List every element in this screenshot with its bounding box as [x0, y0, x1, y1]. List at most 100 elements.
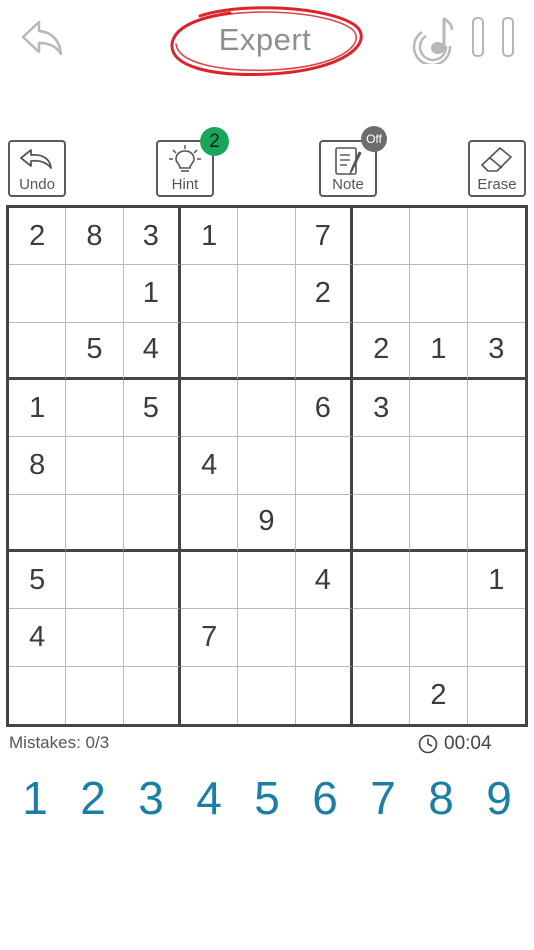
board-cell[interactable]	[66, 551, 124, 610]
number-key-6[interactable]: 6	[296, 770, 354, 826]
board-cell[interactable]	[295, 494, 353, 552]
board-cell[interactable]: 9	[238, 494, 296, 552]
board-cell[interactable]: 3	[123, 208, 181, 266]
board-cell[interactable]: 4	[180, 437, 239, 495]
board-cell[interactable]	[352, 208, 411, 266]
erase-button[interactable]: Erase	[468, 140, 526, 197]
board-cell[interactable]	[124, 666, 181, 724]
board-cell[interactable]	[238, 379, 296, 438]
board-cell[interactable]: 2	[410, 666, 468, 724]
board-cell[interactable]: 5	[123, 379, 181, 438]
board-cell[interactable]	[180, 551, 239, 610]
board-cell[interactable]: 8	[66, 208, 124, 266]
board-cell[interactable]	[352, 609, 411, 667]
board-cell[interactable]: 3	[352, 379, 411, 438]
board-cell[interactable]	[238, 265, 296, 323]
board-cell[interactable]	[238, 437, 296, 495]
board-cell[interactable]	[410, 379, 468, 438]
number-key-9[interactable]: 9	[470, 770, 528, 826]
board-cell[interactable]: 4	[123, 322, 181, 380]
board-cell[interactable]	[66, 494, 124, 552]
board-cell[interactable]	[181, 666, 239, 724]
board-cell[interactable]: 4	[295, 551, 353, 610]
board-cell[interactable]	[9, 666, 67, 724]
board-cell[interactable]	[66, 265, 124, 323]
board-cell[interactable]	[410, 551, 468, 610]
board-cell[interactable]: 8	[9, 437, 67, 495]
board-cell[interactable]	[468, 667, 525, 724]
board-cell[interactable]	[467, 265, 525, 323]
board-cell[interactable]	[66, 609, 124, 667]
board-cell[interactable]	[295, 322, 353, 380]
number-key-8[interactable]: 8	[412, 770, 470, 826]
board-cell[interactable]	[467, 609, 525, 667]
board-cell[interactable]	[410, 609, 468, 667]
note-state-badge: Off	[361, 126, 387, 152]
board-cell[interactable]	[66, 379, 124, 438]
mistakes-counter: Mistakes: 0/3	[9, 733, 110, 752]
number-key-4[interactable]: 4	[180, 770, 238, 826]
board-cell[interactable]: 4	[9, 609, 67, 667]
board-cell[interactable]	[467, 208, 525, 266]
board-cell[interactable]	[123, 609, 181, 667]
number-key-1[interactable]: 1	[6, 770, 64, 826]
undo-button[interactable]: Undo	[8, 140, 66, 197]
board-cell[interactable]	[295, 609, 353, 667]
board-cell[interactable]: 1	[180, 208, 239, 266]
sudoku-board: 2831712542131563849541472	[6, 205, 528, 727]
board-cell[interactable]	[352, 265, 411, 323]
board-cell[interactable]	[410, 265, 468, 323]
board-cell[interactable]	[296, 666, 353, 724]
board-cell[interactable]	[467, 380, 525, 438]
board-cell[interactable]	[238, 322, 296, 380]
board-cell[interactable]: 7	[180, 609, 239, 667]
board-cell[interactable]	[180, 265, 239, 323]
board-cell[interactable]	[9, 265, 67, 323]
board-cell[interactable]	[9, 494, 67, 552]
board-cell[interactable]	[66, 437, 124, 495]
timer-value: 00:04	[444, 733, 492, 754]
pause-button[interactable]	[472, 14, 514, 60]
number-key-3[interactable]: 3	[122, 770, 180, 826]
board-cell[interactable]	[123, 437, 181, 495]
board-cell[interactable]	[9, 322, 67, 380]
board-cell[interactable]	[238, 609, 296, 667]
board-cell[interactable]: 6	[295, 379, 353, 438]
board-cell[interactable]	[180, 379, 239, 438]
board-cell[interactable]: 1	[9, 379, 67, 438]
board-cell[interactable]: 5	[9, 551, 67, 610]
back-button[interactable]	[16, 14, 68, 62]
number-key-2[interactable]: 2	[64, 770, 122, 826]
board-cell[interactable]	[352, 437, 411, 495]
board-cell[interactable]: 5	[66, 322, 124, 380]
board-cell[interactable]	[467, 495, 525, 552]
board-cell[interactable]	[410, 208, 468, 266]
board-cell[interactable]	[410, 437, 468, 495]
board-cell[interactable]	[352, 551, 411, 610]
board-cell[interactable]: 3	[467, 323, 525, 380]
board-cell[interactable]	[238, 666, 296, 724]
number-key-5[interactable]: 5	[238, 770, 296, 826]
board-cell[interactable]	[180, 322, 239, 380]
board-cell[interactable]	[467, 437, 525, 495]
number-key-7[interactable]: 7	[354, 770, 412, 826]
board-cell[interactable]: 1	[467, 552, 525, 610]
board-cell[interactable]	[238, 551, 296, 610]
board-cell[interactable]	[238, 208, 296, 266]
board-cell[interactable]: 7	[295, 208, 353, 266]
board-cell[interactable]: 1	[410, 322, 468, 380]
board-cell[interactable]: 2	[9, 208, 67, 266]
board-cell[interactable]: 2	[352, 322, 411, 380]
board-cell[interactable]	[352, 494, 411, 552]
board-cell[interactable]	[353, 666, 411, 724]
board-cell[interactable]	[295, 437, 353, 495]
board-cell[interactable]	[66, 666, 124, 724]
board-cell[interactable]	[410, 494, 468, 552]
music-button[interactable]	[410, 12, 460, 67]
board-cell[interactable]	[123, 551, 181, 610]
board-cell[interactable]	[180, 494, 239, 552]
board-cell[interactable]: 2	[295, 265, 353, 323]
notepad-pencil-icon	[335, 147, 362, 175]
board-cell[interactable]	[123, 494, 181, 552]
board-cell[interactable]: 1	[123, 265, 181, 323]
